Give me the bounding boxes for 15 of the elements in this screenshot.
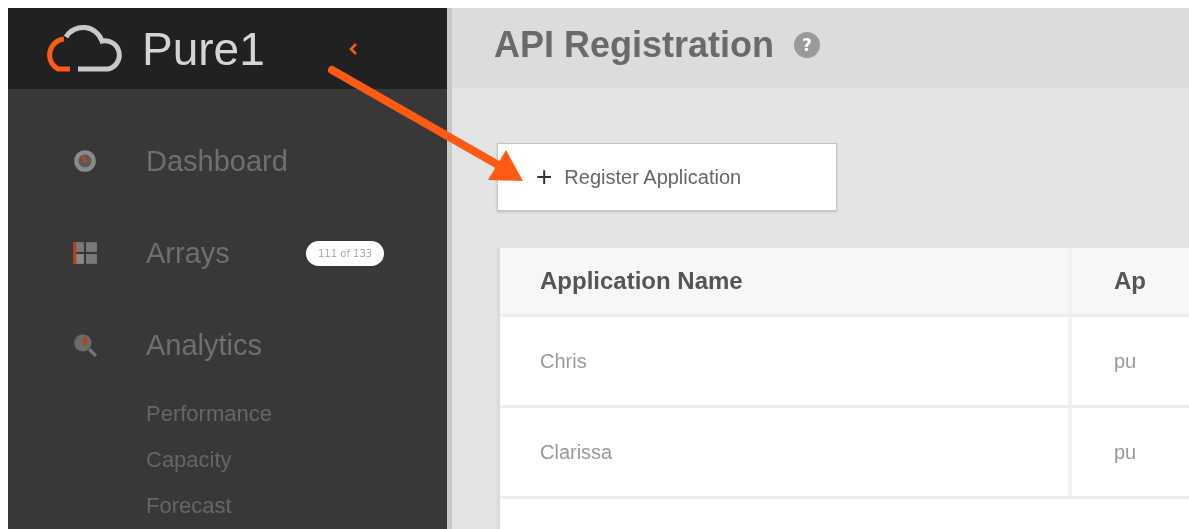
table-cell-text: pu [1113, 439, 1138, 465]
table-cell-text: pu [1113, 348, 1138, 374]
grid-icon [72, 240, 98, 266]
collapse-icon[interactable] [348, 42, 357, 55]
column-header[interactable]: Ap [1072, 248, 1189, 314]
gauge-icon [72, 148, 98, 174]
table-cell: Chris [500, 317, 1072, 405]
brand-name: Pure1 [142, 21, 265, 76]
magnifier-icon [72, 332, 98, 358]
help-icon[interactable]: ? [794, 32, 821, 58]
register-application-button[interactable]: + Register Application [497, 143, 837, 211]
column-header[interactable]: Application Name [500, 248, 1072, 314]
table-cell: Clarissa [500, 408, 1072, 496]
count-badge: 111 of 133 [306, 240, 385, 266]
page-title: API Registration [494, 24, 775, 66]
